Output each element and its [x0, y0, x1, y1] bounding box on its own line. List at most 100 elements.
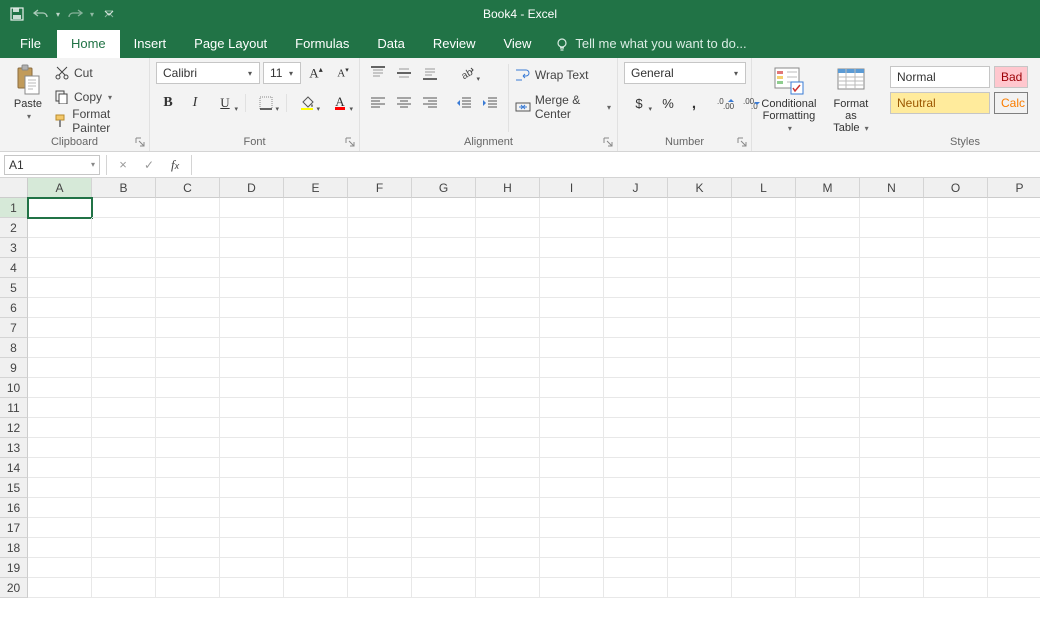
- cell-F3[interactable]: [348, 238, 412, 258]
- cell-O11[interactable]: [924, 398, 988, 418]
- cell-H6[interactable]: [476, 298, 540, 318]
- cell-N1[interactable]: [860, 198, 924, 218]
- undo-dropdown-icon[interactable]: ▾: [56, 10, 60, 19]
- cell-O4[interactable]: [924, 258, 988, 278]
- underline-button[interactable]: U: [210, 92, 240, 114]
- cell-H5[interactable]: [476, 278, 540, 298]
- cell-M20[interactable]: [796, 578, 860, 598]
- cell-P18[interactable]: [988, 538, 1040, 558]
- cell-B19[interactable]: [92, 558, 156, 578]
- cell-J6[interactable]: [604, 298, 668, 318]
- cell-A9[interactable]: [28, 358, 92, 378]
- cell-F18[interactable]: [348, 538, 412, 558]
- cell-N16[interactable]: [860, 498, 924, 518]
- cell-P17[interactable]: [988, 518, 1040, 538]
- cell-F5[interactable]: [348, 278, 412, 298]
- cell-N3[interactable]: [860, 238, 924, 258]
- cell-P13[interactable]: [988, 438, 1040, 458]
- cell-H16[interactable]: [476, 498, 540, 518]
- cell-M4[interactable]: [796, 258, 860, 278]
- tab-file[interactable]: File: [4, 30, 57, 58]
- font-dialog-launcher-icon[interactable]: [345, 137, 357, 149]
- cell-E17[interactable]: [284, 518, 348, 538]
- cell-P7[interactable]: [988, 318, 1040, 338]
- cell-D19[interactable]: [220, 558, 284, 578]
- select-all-corner[interactable]: [0, 178, 28, 198]
- cell-D16[interactable]: [220, 498, 284, 518]
- cell-L6[interactable]: [732, 298, 796, 318]
- row-header-15[interactable]: 15: [0, 478, 28, 498]
- cell-P3[interactable]: [988, 238, 1040, 258]
- cell-L11[interactable]: [732, 398, 796, 418]
- cell-D13[interactable]: [220, 438, 284, 458]
- cell-P2[interactable]: [988, 218, 1040, 238]
- cell-B18[interactable]: [92, 538, 156, 558]
- cell-G18[interactable]: [412, 538, 476, 558]
- cell-D10[interactable]: [220, 378, 284, 398]
- cell-A12[interactable]: [28, 418, 92, 438]
- column-header-P[interactable]: P: [988, 178, 1040, 198]
- cell-O18[interactable]: [924, 538, 988, 558]
- cell-E9[interactable]: [284, 358, 348, 378]
- cell-C19[interactable]: [156, 558, 220, 578]
- cell-H1[interactable]: [476, 198, 540, 218]
- cell-E2[interactable]: [284, 218, 348, 238]
- cell-K3[interactable]: [668, 238, 732, 258]
- column-header-L[interactable]: L: [732, 178, 796, 198]
- cell-L5[interactable]: [732, 278, 796, 298]
- cell-O20[interactable]: [924, 578, 988, 598]
- cell-O10[interactable]: [924, 378, 988, 398]
- column-header-O[interactable]: O: [924, 178, 988, 198]
- conditional-formatting-button[interactable]: ConditionalFormatting ▾: [758, 62, 820, 137]
- cell-E20[interactable]: [284, 578, 348, 598]
- cell-G6[interactable]: [412, 298, 476, 318]
- cell-J10[interactable]: [604, 378, 668, 398]
- increase-decimal-button[interactable]: .0.00: [714, 92, 738, 114]
- cell-N11[interactable]: [860, 398, 924, 418]
- column-header-F[interactable]: F: [348, 178, 412, 198]
- cell-C8[interactable]: [156, 338, 220, 358]
- cell-O5[interactable]: [924, 278, 988, 298]
- cell-L3[interactable]: [732, 238, 796, 258]
- cell-M19[interactable]: [796, 558, 860, 578]
- cell-A8[interactable]: [28, 338, 92, 358]
- cell-N15[interactable]: [860, 478, 924, 498]
- percent-format-button[interactable]: %: [656, 92, 680, 114]
- cell-C17[interactable]: [156, 518, 220, 538]
- cell-D18[interactable]: [220, 538, 284, 558]
- cell-C14[interactable]: [156, 458, 220, 478]
- cell-M12[interactable]: [796, 418, 860, 438]
- save-icon[interactable]: [8, 5, 26, 23]
- cell-L16[interactable]: [732, 498, 796, 518]
- cell-H14[interactable]: [476, 458, 540, 478]
- column-header-J[interactable]: J: [604, 178, 668, 198]
- cell-M15[interactable]: [796, 478, 860, 498]
- cell-H8[interactable]: [476, 338, 540, 358]
- column-header-E[interactable]: E: [284, 178, 348, 198]
- cell-M3[interactable]: [796, 238, 860, 258]
- decrease-font-size-button[interactable]: A▾: [331, 62, 355, 84]
- cut-button[interactable]: Cut: [54, 62, 143, 84]
- cell-D8[interactable]: [220, 338, 284, 358]
- cell-I5[interactable]: [540, 278, 604, 298]
- cell-A10[interactable]: [28, 378, 92, 398]
- cell-G1[interactable]: [412, 198, 476, 218]
- cell-L2[interactable]: [732, 218, 796, 238]
- cell-I13[interactable]: [540, 438, 604, 458]
- tab-review[interactable]: Review: [419, 30, 490, 58]
- cell-M11[interactable]: [796, 398, 860, 418]
- cell-J17[interactable]: [604, 518, 668, 538]
- cell-K20[interactable]: [668, 578, 732, 598]
- cell-I3[interactable]: [540, 238, 604, 258]
- column-header-B[interactable]: B: [92, 178, 156, 198]
- cell-M13[interactable]: [796, 438, 860, 458]
- cell-B8[interactable]: [92, 338, 156, 358]
- cell-I14[interactable]: [540, 458, 604, 478]
- cell-J15[interactable]: [604, 478, 668, 498]
- column-header-C[interactable]: C: [156, 178, 220, 198]
- cell-O19[interactable]: [924, 558, 988, 578]
- cell-L7[interactable]: [732, 318, 796, 338]
- cell-D5[interactable]: [220, 278, 284, 298]
- chevron-down-icon[interactable]: ▾: [91, 160, 95, 169]
- cell-H7[interactable]: [476, 318, 540, 338]
